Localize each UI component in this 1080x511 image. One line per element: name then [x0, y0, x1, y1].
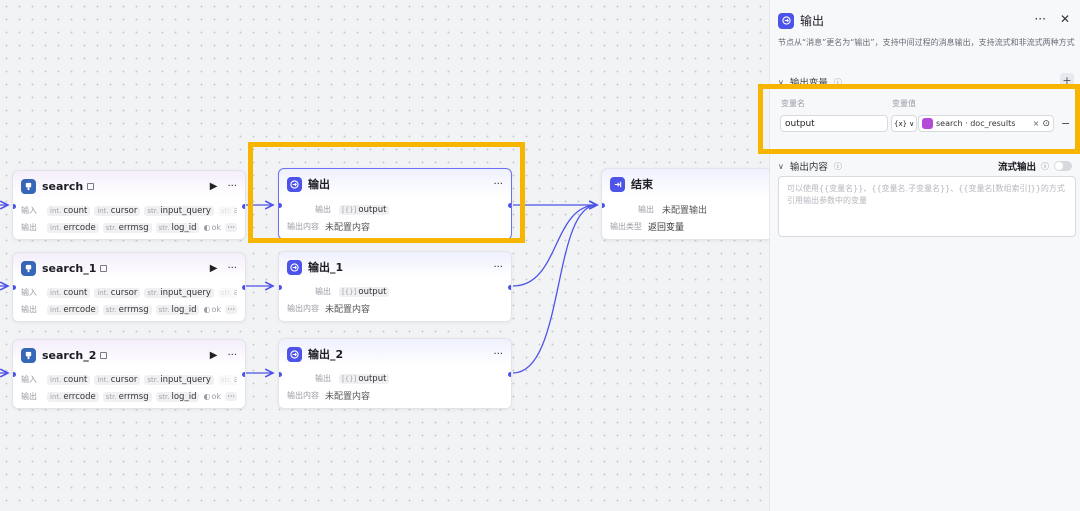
output-content-section[interactable]: ∨ 输出内容 ⓘ — [778, 159, 842, 174]
output-var-tag: [{}] output — [339, 286, 390, 297]
output-content-textarea[interactable]: 可以使用{{变量名}}、{{变量名.子变量名}}、{{变量名[数组索引]}}的方… — [778, 176, 1076, 237]
input-tag: int. count — [47, 205, 91, 216]
toggle-icon: ◐ — [203, 305, 211, 314]
search-1-node[interactable]: search_1 ▶ ··· 输入 int. count int. cursor str.… — [12, 252, 246, 322]
output-port — [508, 372, 511, 377]
more-menu-icon[interactable]: ··· — [227, 350, 237, 361]
node-title: search_1 — [42, 261, 97, 275]
end-node[interactable]: 结束 输出 未配置输出 输出类型 返回变量 — [601, 168, 776, 240]
output-tag: int. errcode — [47, 222, 99, 233]
run-icon[interactable]: ▶ — [210, 350, 218, 361]
edge-output2-end — [512, 205, 597, 374]
more-menu-icon[interactable]: ··· — [227, 263, 237, 274]
info-icon: ⓘ — [1041, 161, 1049, 171]
search-node[interactable]: search ▶ ··· 输入 int. count int. cursor str.… — [12, 170, 246, 240]
node-config-panel: 输出 ··· ✕ 节点从“消息”更名为“输出”，支持中间过程的消息输出，支持流式… — [769, 0, 1080, 511]
output-port — [508, 285, 511, 290]
input-tag: int. cursor — [94, 205, 141, 216]
output-port — [242, 372, 245, 377]
highlight-box-output-node — [248, 142, 525, 243]
output-1-node[interactable]: 输出_1 ··· 输出 [{}] output 输出内容 未配置内容 — [278, 251, 512, 322]
input-tag: str.a — [217, 205, 237, 216]
output-port — [242, 204, 245, 209]
panel-title: 输出 — [800, 14, 825, 28]
search-2-node[interactable]: search_2 ▶ ··· 输入 int. count int. cursor str.… — [12, 339, 246, 409]
more-outputs-button[interactable]: ··· — [225, 392, 237, 401]
output-var-tag: [{}] output — [339, 373, 390, 384]
output-node-icon — [287, 259, 302, 275]
highlight-box-variable-row — [758, 84, 1080, 154]
more-menu-icon[interactable]: ··· — [493, 349, 503, 360]
more-outputs-button[interactable]: ··· — [225, 223, 237, 232]
plugin-icon — [21, 260, 36, 276]
output-2-node[interactable]: 输出_2 ··· 输出 [{}] output 输出内容 未配置内容 — [278, 338, 512, 409]
store-badge-icon — [100, 264, 108, 272]
ok-badge: ◐ ok — [203, 392, 221, 401]
ok-badge: ◐ ok — [203, 305, 221, 314]
output-tag: str. errmsg — [102, 222, 152, 233]
more-outputs-button[interactable]: ··· — [225, 305, 237, 314]
input-port — [13, 204, 16, 209]
plugin-icon — [21, 347, 36, 363]
ok-badge: ◐ ok — [203, 223, 221, 232]
input-port — [279, 372, 282, 377]
node-title: 输出_2 — [308, 348, 344, 361]
store-badge-icon — [87, 182, 95, 190]
info-icon: ⓘ — [833, 161, 842, 171]
node-title: 输出_1 — [308, 261, 344, 274]
plugin-icon — [21, 178, 36, 194]
close-icon[interactable]: ✕ — [1060, 12, 1070, 26]
store-badge-icon — [100, 351, 108, 359]
panel-description: 节点从“消息”更名为“输出”，支持中间过程的消息输出，支持流式和非流式两种方式 — [778, 38, 1075, 47]
run-icon[interactable]: ▶ — [210, 263, 218, 274]
output-tag: str. log_id — [155, 222, 200, 233]
input-port — [602, 203, 605, 208]
node-title: search_2 — [42, 348, 97, 362]
input-tag: str. input_query — [144, 205, 214, 216]
stream-output-toggle-row: 流式输出 ⓘ — [998, 159, 1072, 173]
input-port — [13, 285, 16, 290]
end-node-icon — [610, 176, 625, 192]
more-menu-icon[interactable]: ··· — [493, 262, 503, 273]
toggle-icon: ◐ — [203, 392, 211, 401]
input-port — [279, 285, 282, 290]
more-menu-icon[interactable]: ··· — [227, 181, 237, 192]
toggle-icon: ◐ — [203, 223, 211, 232]
node-title: search — [42, 179, 84, 193]
output-node-icon — [287, 346, 302, 362]
output-node-icon — [778, 12, 794, 29]
run-icon[interactable]: ▶ — [210, 181, 218, 192]
input-port — [13, 372, 16, 377]
edge-output1-end — [512, 205, 597, 287]
chevron-down-icon: ∨ — [778, 161, 784, 171]
stream-output-toggle[interactable] — [1054, 161, 1072, 171]
output-port — [242, 285, 245, 290]
more-menu-icon[interactable]: ··· — [1034, 12, 1045, 26]
node-title: 结束 — [631, 178, 653, 191]
